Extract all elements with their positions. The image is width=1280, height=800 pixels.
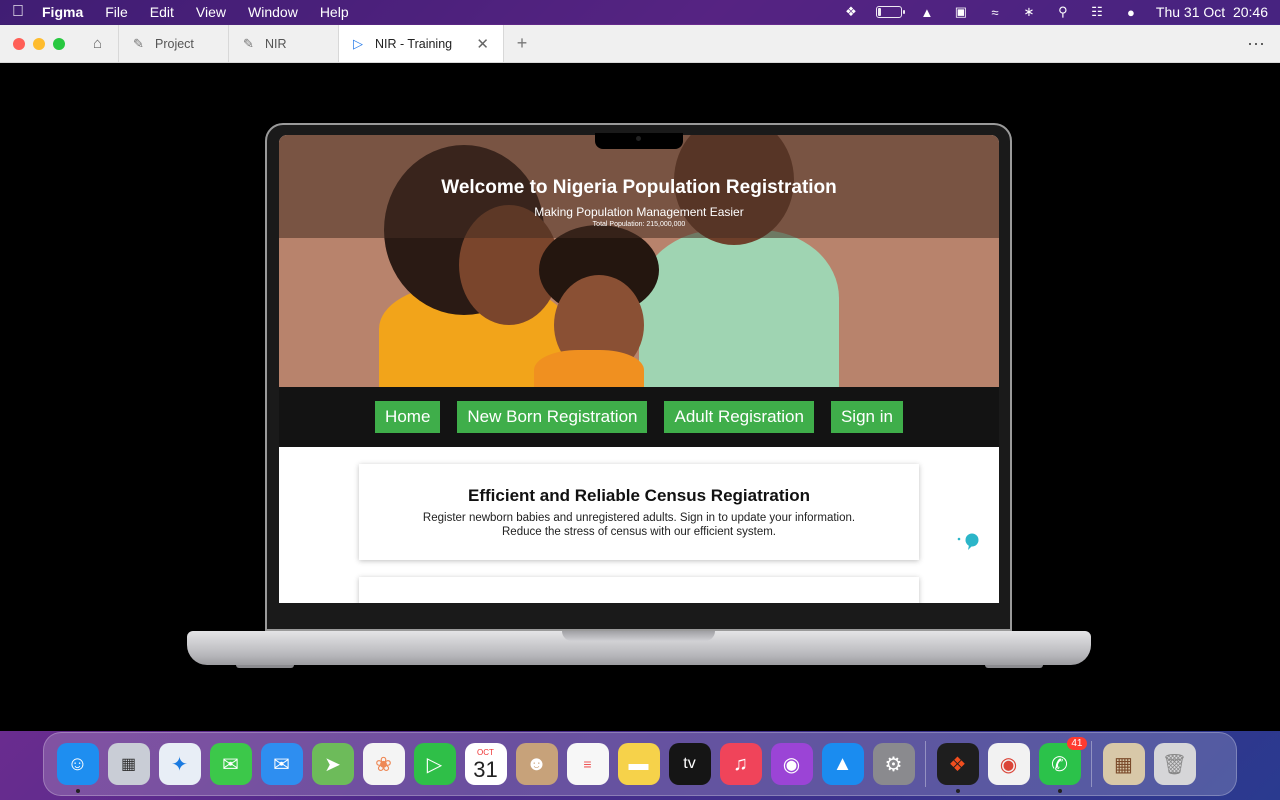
finder-icon[interactable]: ☺ [56, 743, 99, 793]
chrome-icon[interactable]: ◉ [987, 743, 1030, 785]
laptop-foot-right [985, 665, 1043, 668]
maps-icon[interactable]: ➤ [311, 743, 354, 785]
menu-help[interactable]: Help [320, 4, 349, 20]
figma-file-icon: ✎ [243, 35, 254, 51]
tab-nir-training[interactable]: ▷ NIR - Training ✕ [339, 25, 504, 62]
menu-view[interactable]: View [196, 4, 226, 20]
menu-window[interactable]: Window [248, 4, 298, 20]
hero-photo-child-shirt [534, 350, 644, 387]
menu-app-figma[interactable]: Figma [42, 4, 83, 20]
tab-label: Project [155, 36, 194, 51]
tab-label: NIR [265, 36, 287, 51]
intro-line-1: Register newborn babies and unregistered… [422, 512, 856, 524]
tab-label: NIR - Training [375, 36, 453, 51]
downloads-stack-icon[interactable]: ▦ [1102, 743, 1145, 785]
calendar-month: OCT [477, 747, 494, 757]
laptop-notch [595, 133, 683, 149]
calendar-icon[interactable]: OCT 31 [464, 743, 507, 785]
trash-icon[interactable]: 🗑 [1153, 743, 1196, 785]
tab-project[interactable]: ✎ Project [119, 25, 229, 62]
fullscreen-window-button[interactable] [53, 37, 65, 50]
tab-nir[interactable]: ✎ NIR [229, 25, 339, 62]
wifi-icon[interactable]: ≈ [986, 5, 1004, 20]
hero-title: Welcome to Nigeria Population Registrati… [441, 177, 837, 198]
running-indicator [1057, 789, 1062, 793]
dock: ☺ ▦ ✦ ✉ ✉ ➤ ❀ ▷ OCT 31 ☻ ≡ ▬ tv ♫ ◉ ▲ ⚙ … [43, 732, 1237, 796]
figma-icon[interactable]: ❖ [936, 743, 979, 793]
contacts-icon[interactable]: ☻ [515, 743, 558, 785]
notes-icon[interactable]: ▬ [617, 743, 660, 785]
play-prototype-icon: ▷ [353, 35, 363, 51]
whatsapp-icon[interactable]: ✆ 41 [1038, 737, 1087, 793]
calendar-day: 31 [473, 756, 498, 782]
apple-tv-label: tv [683, 755, 696, 772]
running-indicator [75, 789, 80, 793]
app-store-icon[interactable]: ▲ [821, 743, 864, 785]
intro-card: Efficient and Reliable Census Regiatrati… [359, 464, 919, 560]
music-icon[interactable]: ♫ [719, 743, 762, 785]
messages-icon[interactable]: ✉ [209, 743, 252, 785]
bluetooth-icon[interactable]: ∗ [1020, 4, 1038, 19]
menu-bar:  Figma File Edit View Window Help ❖ ▲ ▣… [0, 0, 1280, 24]
close-tab-icon[interactable]: ✕ [476, 35, 489, 53]
nav-adult-registration-button[interactable]: Adult Regisration [664, 401, 814, 433]
reminders-icon[interactable]: ≡ [566, 743, 609, 785]
second-card [359, 577, 919, 603]
hero-text: Welcome to Nigeria Population Registrati… [279, 177, 999, 228]
home-icon[interactable]: ⌂ [77, 25, 119, 62]
close-window-button[interactable] [13, 37, 25, 50]
intro-line-2: Reduce the stress of census with our eff… [502, 526, 776, 538]
intro-heading: Efficient and Reliable Census Regiatrati… [468, 486, 810, 505]
hero-photo-shirt-green [639, 230, 839, 387]
chat-bubble-icon[interactable] [957, 533, 981, 551]
figma-window: ⌂ ✎ Project ✎ NIR ▷ NIR - Training ✕ + ⋯ [0, 25, 1280, 731]
app-status-icon[interactable]: ▲ [918, 5, 936, 20]
window-controls [0, 25, 77, 62]
hero-population: Total Population: 215,000,000 [592, 221, 686, 228]
dock-separator [1091, 741, 1092, 787]
dock-separator [925, 741, 926, 787]
laptop-screen: Welcome to Nigeria Population Registrati… [279, 135, 999, 603]
menu-clock[interactable]: Thu 31 Oct 20:46 [1156, 4, 1268, 20]
mail-icon[interactable]: ✉ [260, 743, 303, 785]
safari-icon[interactable]: ✦ [158, 743, 201, 785]
menu-edit[interactable]: Edit [150, 4, 174, 20]
nav-newborn-registration-button[interactable]: New Born Registration [457, 401, 648, 433]
site-nav: Home New Born Registration Adult Regisra… [279, 387, 999, 447]
tab-bar: ⌂ ✎ Project ✎ NIR ▷ NIR - Training ✕ + ⋯ [0, 25, 1280, 63]
running-indicator [955, 789, 960, 793]
laptop-mockup-base [187, 631, 1091, 665]
site-content: Efficient and Reliable Census Regiatrati… [279, 447, 999, 603]
laptop-mockup-lid: Welcome to Nigeria Population Registrati… [265, 123, 1012, 631]
photos-icon[interactable]: ❀ [362, 743, 405, 785]
facetime-icon[interactable]: ▷ [413, 743, 456, 785]
control-center-icon[interactable]: ☷ [1088, 4, 1106, 19]
screen-mirroring-icon[interactable]: ▣ [952, 4, 970, 19]
laptop-hinge [562, 631, 715, 641]
system-settings-icon[interactable]: ⚙ [872, 743, 915, 785]
intro-text: Register newborn babies and unregistered… [359, 511, 919, 539]
siri-icon[interactable]: ● [1122, 5, 1140, 20]
more-options-icon[interactable]: ⋯ [1247, 25, 1266, 63]
podcasts-icon[interactable]: ◉ [770, 743, 813, 785]
notification-badge: 41 [1067, 737, 1087, 750]
minimize-window-button[interactable] [33, 37, 45, 50]
spotlight-search-icon[interactable]: ⚲ [1054, 4, 1072, 19]
launchpad-icon[interactable]: ▦ [107, 743, 150, 785]
nav-home-button[interactable]: Home [375, 401, 441, 433]
apple-tv-icon[interactable]: tv [668, 743, 711, 785]
figma-file-icon: ✎ [133, 35, 144, 51]
laptop-foot-left [236, 665, 294, 668]
apple-menu-icon[interactable]:  [12, 3, 42, 21]
new-tab-plus-icon[interactable]: + [504, 25, 540, 62]
hero-subtitle: Making Population Management Easier [534, 205, 744, 219]
nav-sign-in-button[interactable]: Sign in [830, 401, 903, 433]
battery-icon[interactable] [875, 6, 905, 18]
hero-banner: Welcome to Nigeria Population Registrati… [279, 135, 999, 387]
menu-file[interactable]: File [105, 4, 128, 20]
figma-status-icon[interactable]: ❖ [842, 4, 860, 19]
